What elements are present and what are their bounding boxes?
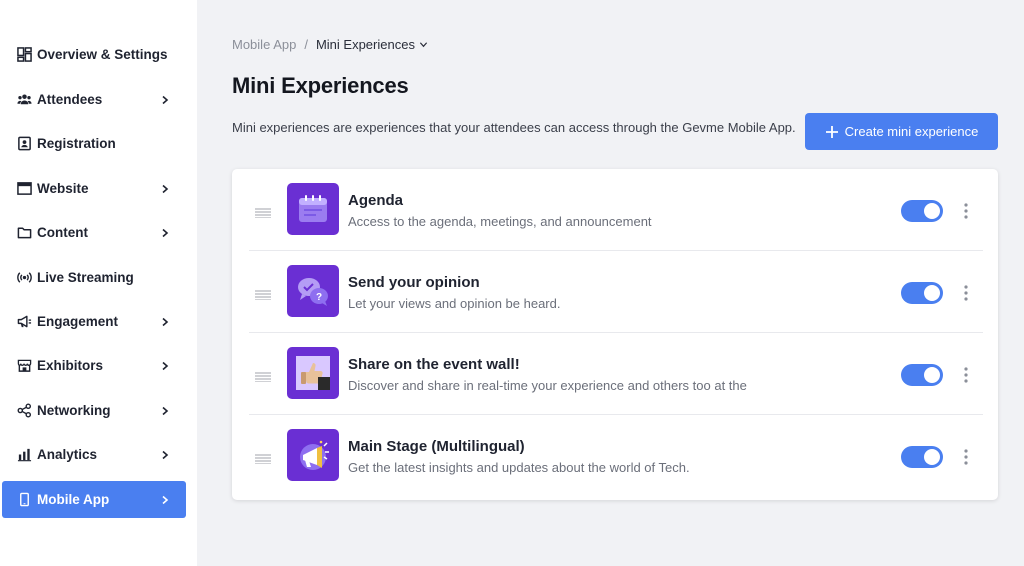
experience-title: Send your opinion <box>348 274 480 291</box>
more-options-icon[interactable] <box>961 284 971 302</box>
create-mini-experience-button[interactable]: Create mini experience <box>805 113 998 150</box>
experience-description: Let your views and opinion be heard. <box>348 296 561 311</box>
enable-toggle[interactable] <box>901 446 943 468</box>
sidebar-item-label: Mobile App <box>37 492 110 507</box>
drag-handle-icon[interactable] <box>255 287 271 301</box>
sidebar-item-attendees[interactable]: Attendees <box>2 81 186 118</box>
sidebar-item-overview-settings[interactable]: Overview & Settings <box>2 36 186 73</box>
experience-description: Get the latest insights and updates abou… <box>348 460 690 475</box>
experience-title: Main Stage (Multilingual) <box>348 438 525 455</box>
sidebar-item-live-streaming[interactable]: Live Streaming <box>2 259 186 296</box>
page-description: Mini experiences are experiences that yo… <box>232 120 796 135</box>
folder-icon <box>16 224 33 241</box>
chevron-right-icon <box>158 93 172 107</box>
sidebar-item-label: Website <box>37 181 89 196</box>
sidebar-item-content[interactable]: Content <box>2 214 186 251</box>
chevron-down-icon[interactable] <box>419 40 428 49</box>
chat-bubbles-icon: ? <box>287 265 339 317</box>
toggle-knob <box>924 367 940 383</box>
breadcrumb-current[interactable]: Mini Experiences <box>316 37 415 52</box>
chevron-right-icon <box>158 404 172 418</box>
chevron-right-icon <box>158 315 172 329</box>
calendar-icon <box>287 183 339 235</box>
badge-icon <box>16 135 33 152</box>
list-item: ? Send your opinion Let your views and o… <box>232 251 998 333</box>
sidebar-item-analytics[interactable]: Analytics <box>2 436 186 473</box>
page-title: Mini Experiences <box>232 73 409 98</box>
sidebar-item-website[interactable]: Website <box>2 170 186 207</box>
experience-title: Agenda <box>348 192 404 209</box>
breadcrumb: Mobile App / Mini Experiences <box>232 37 428 52</box>
share-nodes-icon <box>16 402 33 419</box>
sidebar-item-label: Content <box>37 225 88 240</box>
more-options-icon[interactable] <box>961 366 971 384</box>
sidebar-item-label: Live Streaming <box>37 270 134 285</box>
sidebar-item-label: Attendees <box>37 92 103 107</box>
experience-description: Discover and share in real-time your exp… <box>348 378 747 393</box>
list-item: Agenda Access to the agenda, meetings, a… <box>232 169 998 251</box>
drag-handle-icon[interactable] <box>255 451 271 465</box>
sidebar-item-label: Registration <box>37 136 116 151</box>
thumbs-up-icon <box>287 347 339 399</box>
more-options-icon[interactable] <box>961 202 971 220</box>
broadcast-icon <box>16 269 33 286</box>
sidebar-item-label: Engagement <box>37 314 119 329</box>
sidebar-item-mobile-app[interactable]: Mobile App <box>2 481 186 518</box>
chevron-right-icon <box>158 359 172 373</box>
drag-handle-icon[interactable] <box>255 369 271 383</box>
experience-description: Access to the agenda, meetings, and anno… <box>348 214 652 229</box>
mobile-icon <box>16 491 33 508</box>
breadcrumb-root-link[interactable]: Mobile App <box>232 37 296 52</box>
megaphone-icon <box>16 313 33 330</box>
sidebar-item-label: Exhibitors <box>37 358 104 373</box>
enable-toggle[interactable] <box>901 282 943 304</box>
sidebar-item-networking[interactable]: Networking <box>2 392 186 429</box>
toggle-knob <box>924 449 940 465</box>
chevron-right-icon <box>158 226 172 240</box>
breadcrumb-separator: / <box>304 37 308 52</box>
chevron-right-icon <box>158 182 172 196</box>
sidebar-item-engagement[interactable]: Engagement <box>2 303 186 340</box>
sidebar-item-label: Analytics <box>37 447 98 462</box>
people-icon <box>16 91 33 108</box>
mini-experiences-list: Agenda Access to the agenda, meetings, a… <box>232 169 998 500</box>
sidebar-item-label: Overview & Settings <box>37 47 168 62</box>
sidebar: Overview & Settings Attendees Registrati… <box>0 0 197 566</box>
experience-title: Share on the event wall! <box>348 356 520 373</box>
megaphone-icon <box>287 429 339 481</box>
create-button-label: Create mini experience <box>844 124 979 139</box>
chevron-right-icon <box>158 448 172 462</box>
toggle-knob <box>924 285 940 301</box>
more-options-icon[interactable] <box>961 448 971 466</box>
sidebar-item-label: Networking <box>37 403 111 418</box>
toggle-knob <box>924 203 940 219</box>
enable-toggle[interactable] <box>901 364 943 386</box>
drag-handle-icon[interactable] <box>255 205 271 219</box>
list-item: Share on the event wall! Discover and sh… <box>232 333 998 415</box>
plus-icon <box>825 125 839 139</box>
sidebar-item-exhibitors[interactable]: Exhibitors <box>2 347 186 384</box>
svg-text:?: ? <box>316 292 322 303</box>
dashboard-icon <box>16 46 33 63</box>
enable-toggle[interactable] <box>901 200 943 222</box>
chevron-right-icon <box>158 493 172 507</box>
browser-icon <box>16 180 33 197</box>
list-item: Main Stage (Multilingual) Get the latest… <box>232 415 998 497</box>
bar-chart-icon <box>16 446 33 463</box>
store-icon <box>16 357 33 374</box>
sidebar-item-registration[interactable]: Registration <box>2 125 186 162</box>
